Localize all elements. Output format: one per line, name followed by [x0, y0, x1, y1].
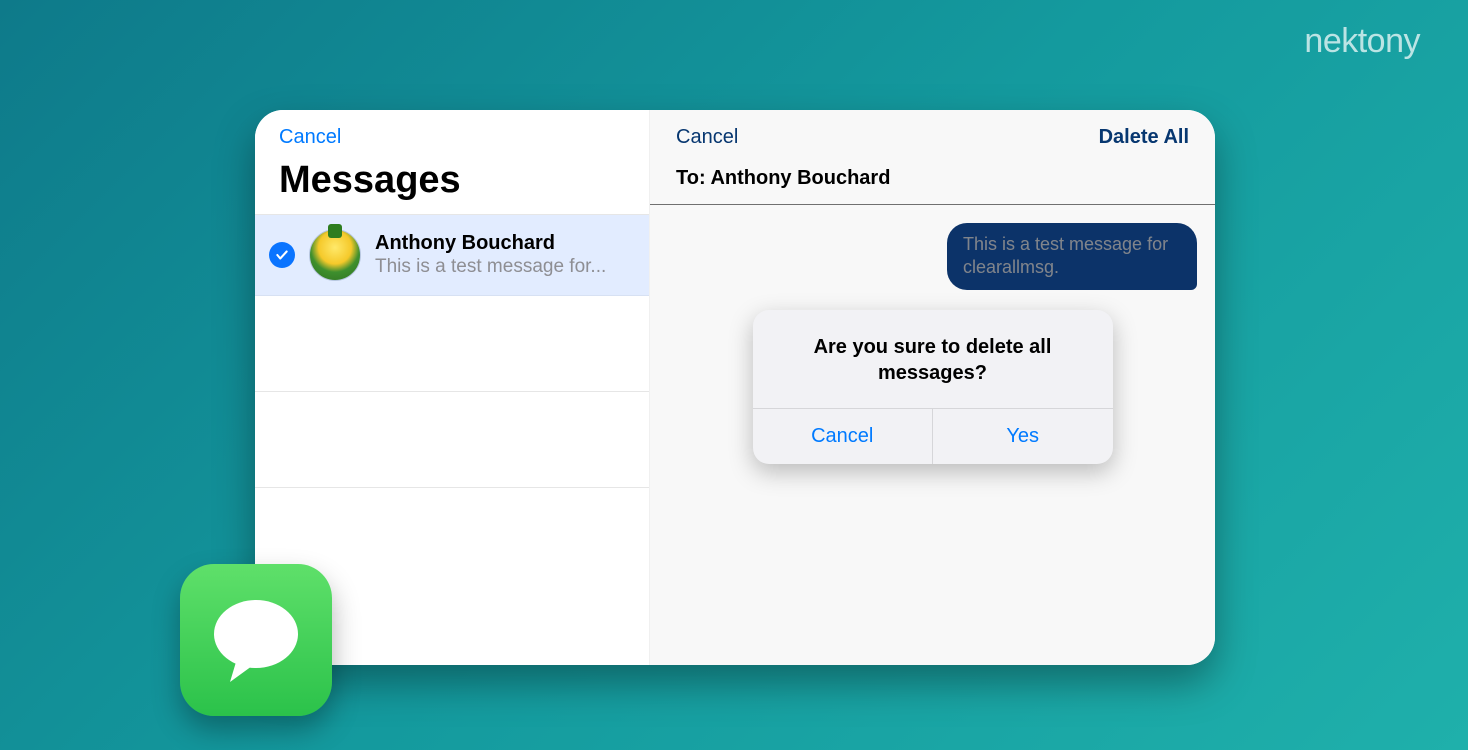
messages-app-icon	[180, 564, 332, 716]
to-name: Anthony Bouchard	[710, 167, 890, 189]
conversation-text: Anthony Bouchard This is a test message …	[375, 232, 631, 279]
brand-logo: nektony	[1304, 22, 1420, 61]
confirm-delete-dialog: Are you sure to delete all messages? Can…	[753, 310, 1113, 464]
alert-yes-button[interactable]: Yes	[933, 409, 1113, 464]
delete-all-button[interactable]: Dalete All	[1099, 126, 1189, 149]
pane-header: Cancel Dalete All	[650, 110, 1215, 163]
list-item	[255, 392, 649, 488]
checked-icon	[269, 242, 295, 268]
page-title: Messages	[255, 149, 649, 214]
conversation-item[interactable]: Anthony Bouchard This is a test message …	[255, 215, 649, 296]
to-field: To: Anthony Bouchard	[650, 163, 1215, 205]
alert-title: Are you sure to delete all messages?	[753, 310, 1113, 408]
conversation-name: Anthony Bouchard	[375, 232, 631, 255]
conversation-pane: Cancel Dalete All To: Anthony Bouchard T…	[650, 110, 1215, 665]
cancel-button[interactable]: Cancel	[279, 126, 341, 149]
alert-cancel-button[interactable]: Cancel	[753, 409, 934, 464]
to-prefix: To:	[676, 167, 710, 189]
message-bubble[interactable]: This is a test message for clearallmsg.	[947, 223, 1197, 290]
pane-cancel-button[interactable]: Cancel	[676, 126, 738, 149]
messages-window: Cancel Messages Anthony Bouchard This is…	[255, 110, 1215, 665]
avatar	[309, 229, 361, 281]
conversation-preview: This is a test message for...	[375, 255, 631, 279]
list-item	[255, 296, 649, 392]
